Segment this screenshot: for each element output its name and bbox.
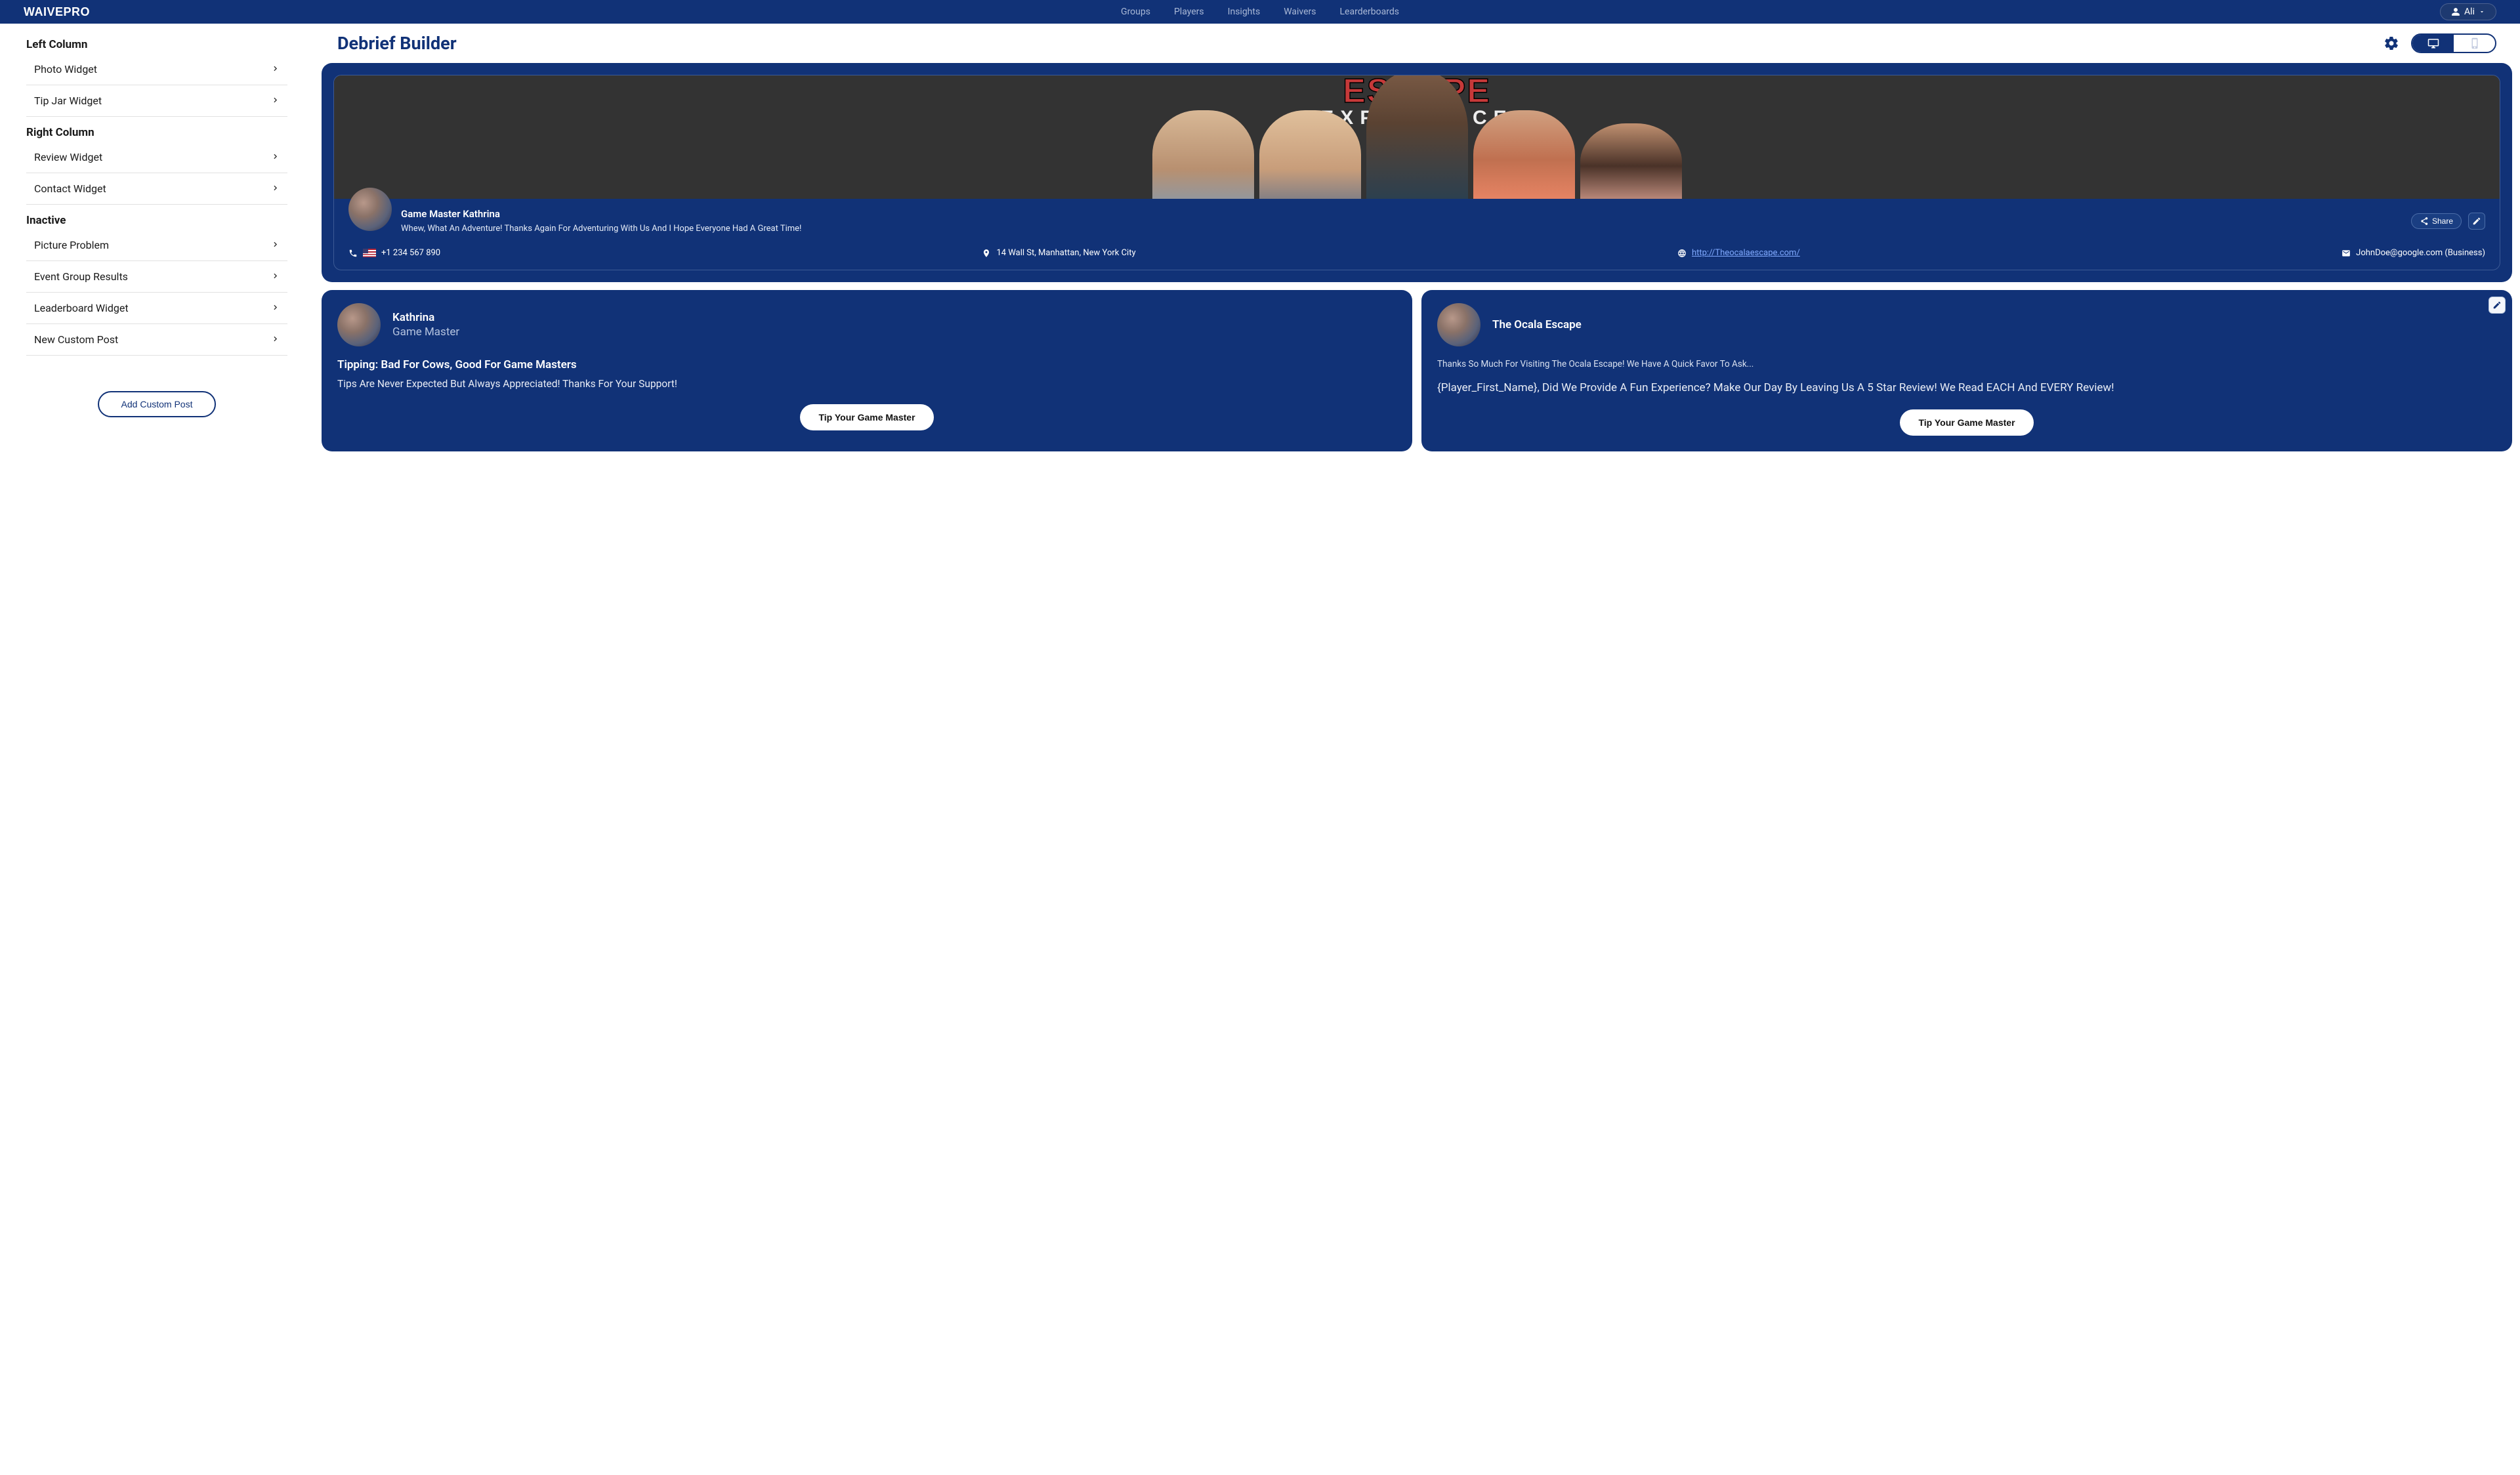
chevron-right-icon (271, 302, 280, 314)
sidebar-item-contact-widget[interactable]: Contact Widget (26, 173, 287, 205)
hero-card: ESCAPE EXPERIENCE Game Master Kathrina W… (333, 75, 2500, 270)
page-title: Debrief Builder (337, 33, 457, 54)
cards-row: Kathrina Game Master Tipping: Bad For Co… (322, 290, 2512, 451)
phone-value: +1 234 567 890 (381, 248, 440, 258)
sidebar-item-leaderboard-widget[interactable]: Leaderboard Widget (26, 293, 287, 324)
nav-groups[interactable]: Groups (1121, 7, 1150, 17)
tip-button[interactable]: Tip Your Game Master (800, 404, 933, 430)
card-author-name: Kathrina (392, 311, 459, 324)
card-subheading: Thanks So Much For Visiting The Ocala Es… (1437, 358, 2496, 371)
device-toggle-mobile[interactable] (2454, 35, 2495, 52)
user-name: Ali (2464, 7, 2475, 17)
sidebar-item-label: Review Widget (34, 151, 102, 163)
hero-image-people (334, 110, 2500, 199)
desktop-icon (2427, 37, 2439, 49)
website-link[interactable]: http://Theocalaescape.com/ (1692, 248, 1800, 258)
add-custom-post-button[interactable]: Add Custom Post (98, 391, 217, 417)
address-value: 14 Wall St, Manhattan, New York City (996, 248, 1135, 258)
card-author-role: Game Master (392, 325, 459, 339)
chevron-right-icon (271, 182, 280, 195)
chevron-right-icon (271, 94, 280, 107)
share-label: Share (2432, 217, 2453, 226)
chevron-right-icon (271, 333, 280, 346)
review-card: The Ocala Escape Thanks So Much For Visi… (1421, 290, 2512, 451)
contact-row: +1 234 567 890 14 Wall St, Manhattan, Ne… (348, 234, 2485, 258)
avatar (337, 303, 381, 346)
sidebar-section-right: Right Column (26, 126, 287, 139)
sidebar-item-photo-widget[interactable]: Photo Widget (26, 54, 287, 85)
sidebar: Left Column Photo Widget Tip Jar Widget … (0, 24, 314, 1475)
sidebar-item-picture-problem[interactable]: Picture Problem (26, 230, 287, 261)
pencil-icon (2492, 301, 2502, 310)
card-body: Tips Are Never Expected But Always Appre… (337, 377, 1396, 391)
device-toggle-desktop[interactable] (2412, 35, 2454, 52)
contact-website: http://Theocalaescape.com/ (1677, 248, 1800, 258)
flag-us-icon (363, 249, 376, 257)
sidebar-item-label: Tip Jar Widget (34, 94, 102, 107)
avatar (348, 188, 392, 231)
user-icon (2451, 7, 2460, 16)
edit-button[interactable] (2488, 297, 2506, 314)
email-value: JohnDoe@google.com (Business) (2356, 248, 2485, 258)
chevron-right-icon (271, 239, 280, 251)
preview-frame: ESCAPE EXPERIENCE Game Master Kathrina W… (322, 63, 2512, 282)
sidebar-item-label: Event Group Results (34, 270, 128, 283)
caret-down-icon (2479, 9, 2485, 15)
card-title: Tipping: Bad For Cows, Good For Game Mas… (337, 358, 1396, 371)
nav-players[interactable]: Players (1174, 7, 1204, 17)
content: Debrief Builder ESCAPE (314, 24, 2520, 1475)
chevron-right-icon (271, 270, 280, 283)
hero-image: ESCAPE EXPERIENCE (334, 75, 2500, 199)
tip-button[interactable]: Tip Your Game Master (1900, 409, 2033, 436)
nav-insights[interactable]: Insights (1228, 7, 1261, 17)
share-icon (2420, 217, 2429, 226)
chevron-right-icon (271, 63, 280, 75)
topbar: WAIVEPRO Groups Players Insights Waivers… (0, 0, 2520, 24)
gear-icon[interactable] (2384, 35, 2399, 51)
contact-email: JohnDoe@google.com (Business) (2342, 248, 2485, 258)
device-toggle (2411, 33, 2496, 53)
share-button[interactable]: Share (2411, 213, 2462, 229)
sidebar-item-new-custom-post[interactable]: New Custom Post (26, 324, 287, 356)
pencil-icon (2472, 217, 2481, 226)
mobile-icon (2469, 37, 2481, 49)
pin-icon (982, 249, 991, 258)
contact-address: 14 Wall St, Manhattan, New York City (982, 248, 1135, 258)
game-master-name: Game Master Kathrina (401, 208, 801, 220)
edit-button[interactable] (2468, 213, 2485, 230)
sidebar-item-tip-jar-widget[interactable]: Tip Jar Widget (26, 85, 287, 117)
card-author-name: The Ocala Escape (1492, 318, 1582, 331)
top-nav: Groups Players Insights Waivers Learderb… (1121, 7, 1399, 17)
sidebar-item-event-group-results[interactable]: Event Group Results (26, 261, 287, 293)
header-controls (2384, 33, 2496, 53)
sidebar-item-label: Photo Widget (34, 63, 97, 75)
sidebar-item-label: New Custom Post (34, 333, 118, 346)
content-header: Debrief Builder (322, 33, 2512, 63)
game-master-tagline: Whew, What An Adventure! Thanks Again Fo… (401, 224, 801, 234)
contact-phone: +1 234 567 890 (348, 248, 440, 258)
nav-leaderboards[interactable]: Learderboards (1340, 7, 1399, 17)
sidebar-section-left: Left Column (26, 38, 287, 51)
logo: WAIVEPRO (24, 5, 90, 19)
sidebar-item-review-widget[interactable]: Review Widget (26, 142, 287, 173)
hero-meta: Game Master Kathrina Whew, What An Adven… (334, 199, 2500, 270)
card-body: {Player_First_Name}, Did We Provide A Fu… (1437, 380, 2496, 396)
avatar (1437, 303, 1480, 346)
nav-waivers[interactable]: Waivers (1284, 7, 1316, 17)
sidebar-section-inactive: Inactive (26, 214, 287, 227)
globe-icon (1677, 249, 1687, 258)
sidebar-item-label: Leaderboard Widget (34, 302, 129, 314)
tip-card: Kathrina Game Master Tipping: Bad For Co… (322, 290, 1412, 451)
user-menu[interactable]: Ali (2440, 3, 2496, 20)
chevron-right-icon (271, 151, 280, 163)
mail-icon (2342, 249, 2351, 258)
sidebar-item-label: Contact Widget (34, 182, 106, 195)
phone-icon (348, 249, 358, 258)
sidebar-item-label: Picture Problem (34, 239, 109, 251)
